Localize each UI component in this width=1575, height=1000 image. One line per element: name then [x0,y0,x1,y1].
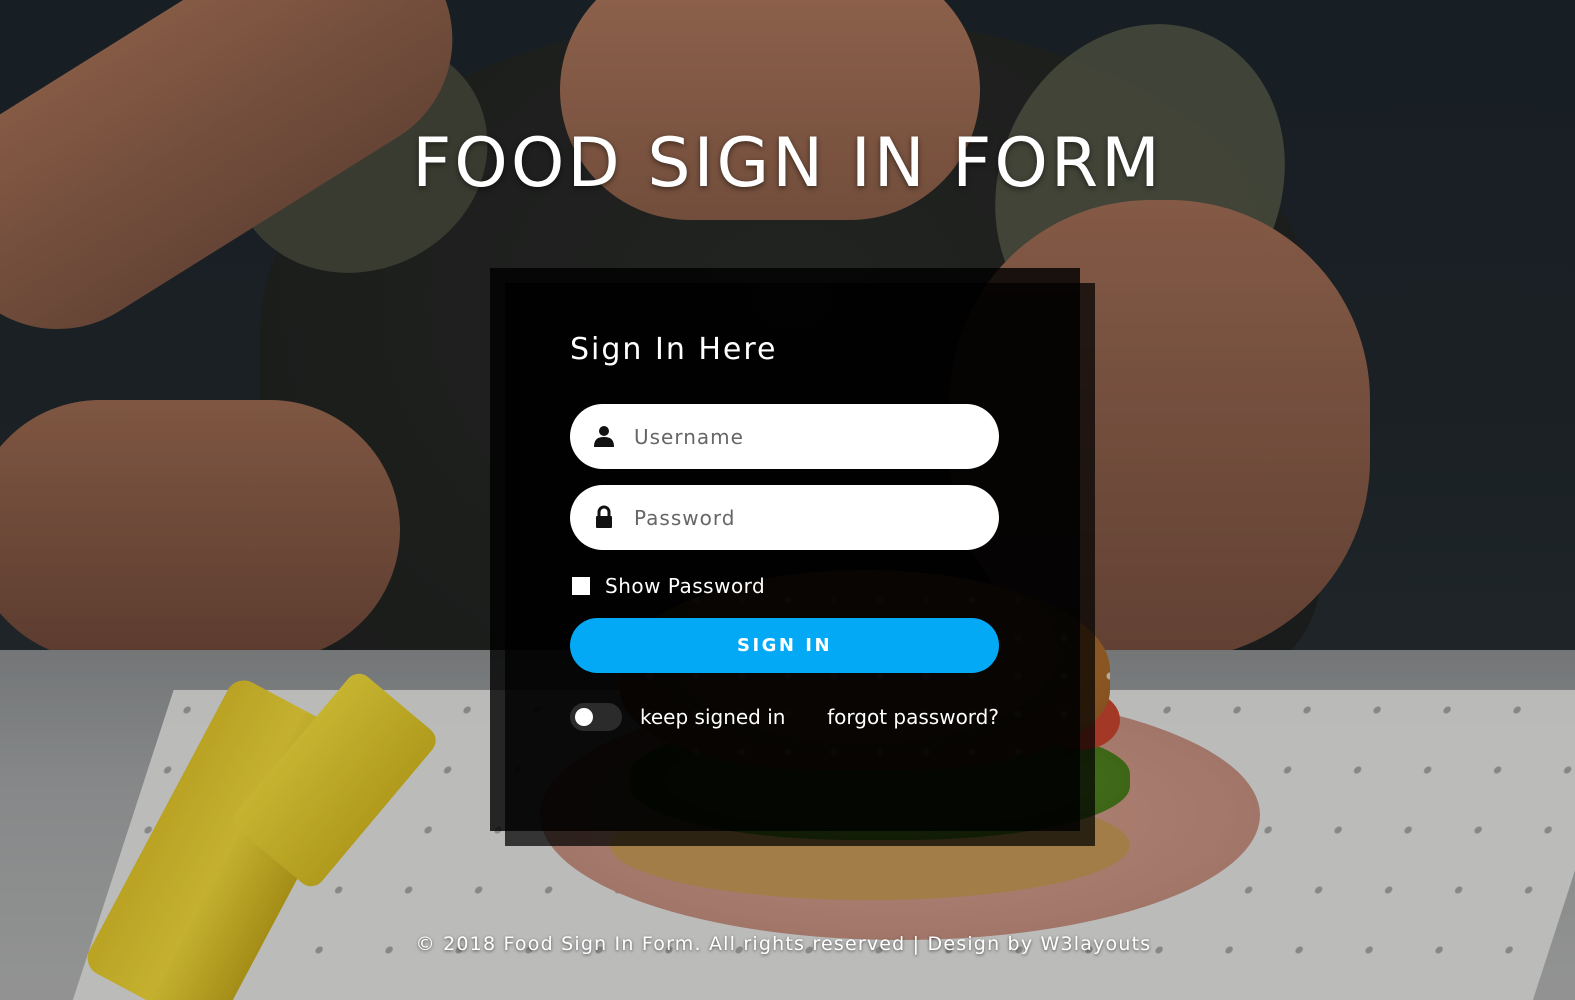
show-password-checkbox[interactable] [572,577,590,595]
lock-icon [592,505,616,529]
options-row: keep signed in forgot password? [570,697,999,737]
page: FOOD SIGN IN FORM Sign In Here Username … [0,0,1575,1000]
show-password-row: Show Password [570,566,999,606]
footer-copyright: © 2018 Food Sign In Form. All rights res… [415,933,1152,955]
toggle-knob [575,708,593,726]
keep-signed-in-label: keep signed in [640,705,786,729]
show-password-label[interactable]: Show Password [605,574,765,598]
username-field[interactable] [570,404,999,469]
username-input[interactable] [634,404,974,469]
sign-in-form: Sign In Here Username Show Password SIGN… [570,330,999,737]
forgot-password-link[interactable]: forgot password? [827,705,999,729]
password-input[interactable] [634,485,974,550]
form-heading: Sign In Here [570,332,778,367]
keep-signed-in-toggle[interactable] [570,703,622,731]
sign-in-card: Sign In Here Username Show Password SIGN… [490,268,1080,831]
password-field[interactable] [570,485,999,550]
user-icon [592,424,616,448]
page-title: FOOD SIGN IN FORM [412,123,1163,203]
sign-in-button[interactable]: SIGN IN [570,618,999,673]
